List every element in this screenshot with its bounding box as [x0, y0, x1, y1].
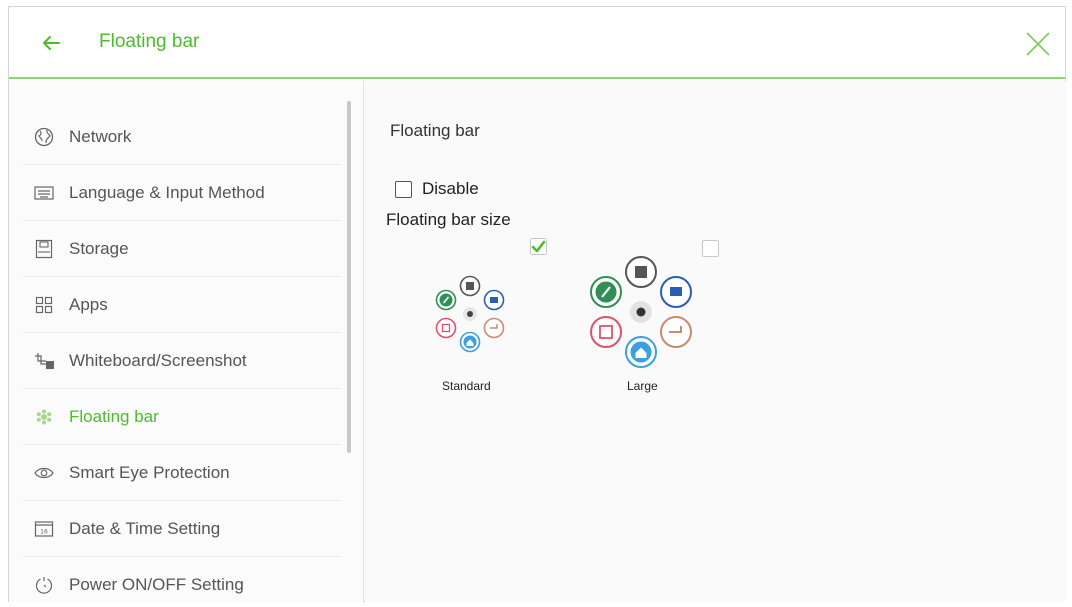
sidebar-item-whiteboard[interactable]: Whiteboard/Screenshot	[23, 333, 341, 389]
sidebar-item-eye-protection[interactable]: Smart Eye Protection	[23, 445, 341, 501]
sidebar-item-language[interactable]: Language & Input Method	[23, 165, 341, 221]
close-button[interactable]	[1025, 31, 1051, 57]
standard-option-label: Standard	[442, 379, 491, 393]
power-icon	[33, 574, 55, 596]
sidebar-item-label: Apps	[69, 294, 108, 314]
back-button[interactable]	[37, 29, 65, 57]
sidebar-item-date-time[interactable]: 16 Date & Time Setting	[23, 501, 341, 557]
calendar-icon: 16	[33, 518, 55, 540]
floating-bar-panel: Floating bar Disable Floating bar size S…	[365, 81, 1066, 602]
page-title: Floating bar	[99, 31, 200, 52]
large-floating-bar-preview[interactable]	[583, 248, 699, 370]
apps-grid-icon	[33, 294, 55, 316]
settings-window: Floating bar Network Language & Input Me…	[8, 6, 1066, 602]
disable-checkbox[interactable]	[395, 180, 412, 198]
svg-text:16: 16	[40, 528, 48, 535]
disable-option[interactable]: Disable	[395, 179, 479, 199]
settings-sidebar: Network Language & Input Method Storage …	[9, 81, 364, 602]
sidebar-item-power[interactable]: Power ON/OFF Setting	[23, 557, 341, 607]
back-arrow-icon	[43, 36, 60, 50]
sidebar-item-storage[interactable]: Storage	[23, 221, 341, 277]
close-icon	[1026, 32, 1050, 56]
standard-floating-bar-preview[interactable]	[427, 271, 513, 353]
sidebar-item-label: Date & Time Setting	[69, 518, 221, 538]
screenshot-icon	[33, 350, 55, 372]
sidebar-item-floating-bar[interactable]: Floating bar	[23, 389, 341, 445]
size-label: Floating bar size	[386, 210, 511, 229]
sidebar-item-apps[interactable]: Apps	[23, 277, 341, 333]
sidebar-item-label: Network	[69, 126, 132, 146]
globe-icon	[33, 126, 55, 148]
large-size-checkbox[interactable]	[702, 240, 719, 257]
section-title: Floating bar	[390, 121, 480, 140]
sidebar-item-label: Language & Input Method	[69, 182, 265, 202]
disable-label: Disable	[422, 179, 479, 198]
sidebar-item-label: Floating bar	[69, 406, 159, 426]
floating-bar-icon	[33, 406, 55, 428]
eye-icon	[33, 462, 55, 484]
keyboard-icon	[33, 182, 55, 204]
sidebar-item-label: Power ON/OFF Setting	[69, 575, 244, 594]
sidebar-item-label: Smart Eye Protection	[69, 462, 230, 482]
sidebar-item-network[interactable]: Network	[23, 109, 341, 165]
sidebar-scrollbar[interactable]	[347, 101, 351, 453]
storage-icon	[33, 238, 55, 260]
large-option-label: Large	[627, 379, 658, 393]
sidebar-item-label: Whiteboard/Screenshot	[69, 350, 247, 370]
sidebar-item-label: Storage	[69, 238, 129, 258]
header-bar: Floating bar	[9, 7, 1065, 79]
standard-size-checkbox[interactable]	[530, 238, 547, 255]
